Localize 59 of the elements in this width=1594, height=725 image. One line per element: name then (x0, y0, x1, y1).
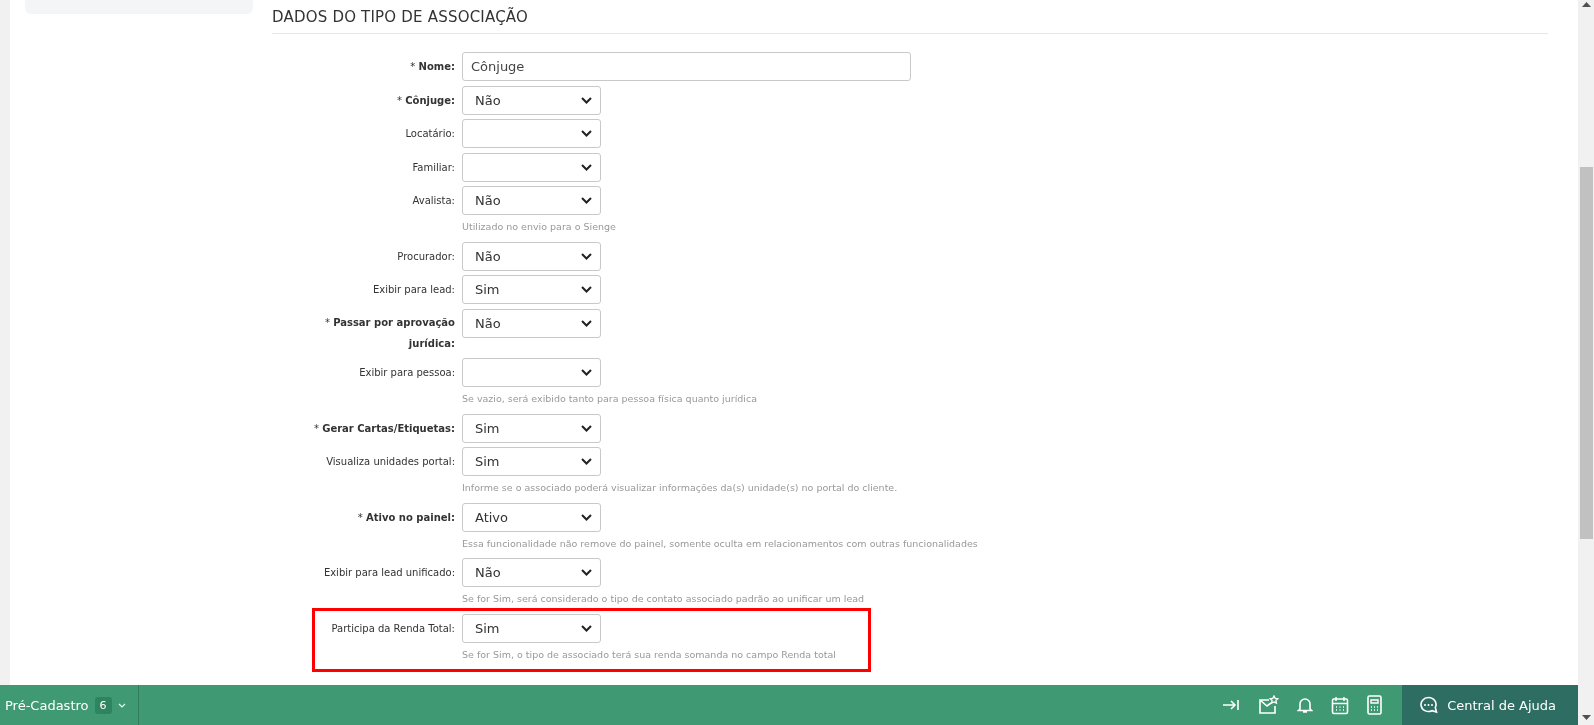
chevron-down-icon (581, 252, 592, 260)
field-label: Visualiza unidades portal: (326, 455, 455, 469)
dropdown[interactable]: Não (462, 308, 601, 338)
scrollbar-thumb[interactable] (1579, 167, 1593, 539)
chevron-down-icon (581, 369, 592, 376)
field-label: Exibir para lead unificado: (323, 566, 455, 580)
chevron-down-icon (581, 197, 592, 204)
field-hint: Se for Sim, será considerado o tipo de contato associado padrão ao unificar um lead (462, 592, 866, 606)
chevron-down-icon (581, 130, 592, 137)
scroll-up-icon[interactable] (1581, 2, 1591, 7)
chevron-down-icon (581, 319, 592, 327)
chevron-down-icon (581, 569, 592, 576)
dropdown[interactable]: Sim (462, 613, 601, 643)
chevron-down-icon (581, 513, 592, 521)
field-label: Locatário: (405, 127, 455, 141)
chat-bubble-icon (1419, 696, 1439, 714)
field-hint: Se vazio, será exibido tanto para pessoa física quanto jurídica (462, 392, 758, 406)
field-label: Avalista: (412, 194, 455, 208)
chevron-down-icon (581, 163, 592, 171)
field-label: *Passar por aprovação jurídica: (323, 315, 455, 351)
chevron-down-icon (581, 624, 592, 632)
chevron-down-icon (581, 424, 592, 432)
field-label: *Cônjuge: (397, 93, 455, 108)
field-label: Familiar: (412, 160, 455, 175)
dropdown[interactable]: Não (462, 85, 601, 115)
bell-icon[interactable] (1297, 696, 1314, 714)
field-label: Exibir para pessoa: (359, 366, 455, 380)
field-label: *Gerar Cartas/Etiquetas: (314, 421, 455, 436)
arrow-to-bar-icon[interactable] (1222, 698, 1241, 712)
scrollbar[interactable] (1578, 0, 1594, 725)
dropdown[interactable]: Sim (462, 447, 601, 476)
field-hint: Informe se o associado poderá visualizar informações da(s) unidade(s) no portal do cliente. (462, 481, 899, 495)
field-hint: Se for Sim, o tipo de associado terá sua renda somanda no campo Renda total (462, 647, 837, 662)
field-hint: Utilizado no envio para o Sienge (462, 220, 617, 234)
count-badge: 6 (94, 696, 112, 714)
dropdown[interactable]: Não (462, 558, 601, 587)
dropdown[interactable]: Não (462, 241, 601, 271)
envelope-star-icon[interactable] (1258, 695, 1280, 715)
field-hint: Essa funcionalidade não remove do painel, somente oculta em relacionamentos com outras funcionalidades (462, 536, 979, 551)
chevron-down-icon (581, 96, 592, 104)
calendar-icon[interactable] (1331, 695, 1350, 715)
dropdown[interactable]: Ativo (462, 502, 601, 532)
dropdown[interactable]: Sim (462, 275, 601, 304)
section-title: DADOS DO TIPO DE ASSOCIAÇÃO (272, 0, 1548, 34)
dropdown[interactable]: Não (462, 186, 601, 215)
chevron-down-icon (581, 458, 592, 465)
module-menu[interactable]: Pré-Cadastro 6 (0, 685, 139, 725)
field-label: Procurador: (397, 249, 455, 264)
dropdown[interactable]: Sim (462, 413, 601, 443)
text-input[interactable]: Cônjuge (462, 52, 911, 81)
chevron-down-icon (117, 702, 126, 708)
scroll-down-icon[interactable] (1581, 715, 1591, 720)
help-center-button[interactable]: Central de Ajuda (1402, 685, 1578, 725)
chevron-down-icon (581, 286, 592, 293)
field-label: *Nome: (410, 60, 455, 74)
field-label: Participa da Renda Total: (331, 621, 455, 636)
calculator-icon[interactable] (1367, 695, 1383, 715)
field-label: Exibir para lead: (372, 283, 455, 297)
field-label: *Ativo no painel: (357, 510, 455, 525)
